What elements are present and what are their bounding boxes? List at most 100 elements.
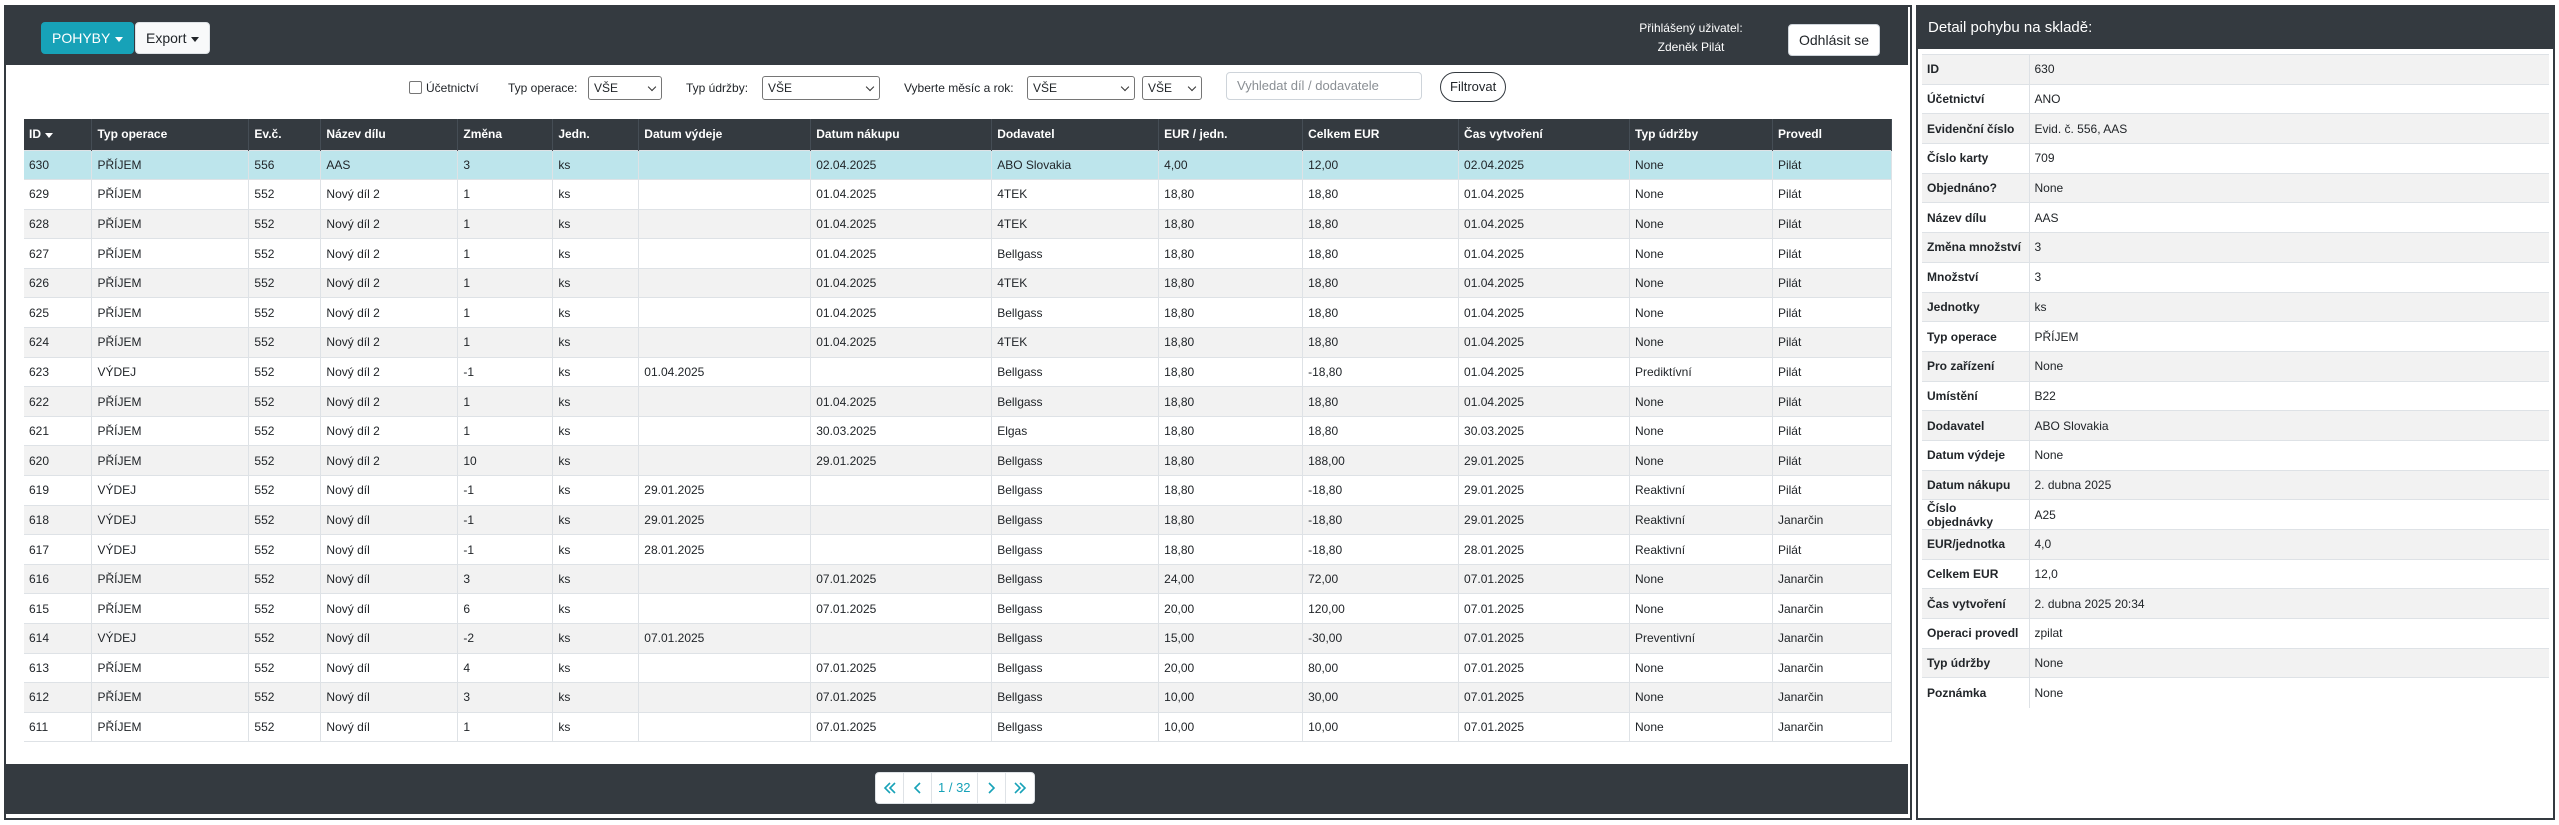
pohyby-dropdown-button[interactable]: POHYBY <box>41 22 135 54</box>
table-cell: ks <box>552 179 640 210</box>
typ-operace-select[interactable]: VŠE <box>588 76 662 100</box>
table-cell: ks <box>552 711 640 743</box>
filter-button[interactable]: Filtrovat <box>1440 72 1507 102</box>
detail-key: Dodavatel <box>1922 410 2030 441</box>
prev-page-button[interactable] <box>904 773 932 803</box>
table-row[interactable]: 626 PŘÍJEM 552 Nový díl 2 1 ks 01.04.2025 4TEK 1… <box>24 267 1893 299</box>
table-cell: 552 <box>248 682 322 713</box>
first-page-button[interactable] <box>876 773 904 803</box>
column-header-provedl[interactable]: Provedl <box>1772 119 1893 150</box>
table-cell: Janarčin <box>1772 563 1893 595</box>
table-row[interactable]: 621 PŘÍJEM 552 Nový díl 2 1 ks 30.03.2025 Elgas… <box>24 415 1893 447</box>
column-header-ev-c[interactable]: Ev.č. <box>248 119 322 150</box>
table-row[interactable]: 623 VÝDEJ 552 Nový díl 2 -1 ks 01.04.2025 Bellg… <box>24 356 1893 388</box>
table-cell: 552 <box>248 415 322 447</box>
table-row[interactable]: 630 PŘÍJEM 556 AAS 3 ks 02.04.2025 ABO Slovakia… <box>24 149 1893 181</box>
column-header-cas-vytvoreni[interactable]: Čas vytvoření <box>1458 119 1630 150</box>
table-cell: 621 <box>24 415 93 447</box>
table-cell: 1 <box>457 238 554 269</box>
table-row[interactable]: 613 PŘÍJEM 552 Nový díl 4 ks 07.01.2025 Bellgas… <box>24 652 1893 684</box>
typ-udrzby-value: VŠE <box>768 81 793 95</box>
table-cell: 615 <box>24 593 93 624</box>
table-cell: 10,00 <box>1158 682 1304 713</box>
table-row[interactable]: 628 PŘÍJEM 552 Nový díl 2 1 ks 01.04.2025 4TEK 1… <box>24 208 1893 240</box>
logout-button[interactable]: Odhlásit se <box>1788 24 1881 56</box>
mesic-rok-label: Vyberte měsíc a rok: <box>904 81 1014 95</box>
next-page-button[interactable] <box>978 773 1006 803</box>
table-row[interactable]: 619 VÝDEJ 552 Nový díl -1 ks 29.01.2025 Bellgas… <box>24 475 1893 506</box>
table-cell: ks <box>552 593 640 624</box>
typ-operace-label: Typ operace: <box>508 81 578 95</box>
table-cell <box>638 445 812 477</box>
table-row[interactable]: 622 PŘÍJEM 552 Nový díl 2 1 ks 01.04.2025 Bellg… <box>24 386 1893 417</box>
column-header-datum-nakupu[interactable]: Datum nákupu <box>810 119 993 150</box>
table-row[interactable]: 617 VÝDEJ 552 Nový díl -1 ks 28.01.2025 Bellgas… <box>24 534 1893 565</box>
table-cell <box>638 327 812 358</box>
last-page-button[interactable] <box>1006 773 1034 803</box>
detail-row: Datum nákupu 2. dubna 2025 <box>1922 469 2549 500</box>
table-row[interactable]: 624 PŘÍJEM 552 Nový díl 2 1 ks 01.04.2025 4TEK 1… <box>24 327 1893 358</box>
table-cell: Pilát <box>1772 149 1893 181</box>
table-row[interactable]: 614 VÝDEJ 552 Nový díl -2 ks 07.01.2025 Bellgas… <box>24 623 1893 654</box>
table-cell: 18,80 <box>1302 179 1460 210</box>
detail-key: Datum nákupu <box>1922 469 2030 500</box>
ucetnictvi-filter[interactable]: Účetnictví <box>409 76 479 100</box>
table-row[interactable]: 627 PŘÍJEM 552 Nový díl 2 1 ks 01.04.2025 Bellg… <box>24 238 1893 269</box>
table-cell: 29.01.2025 <box>1458 504 1630 536</box>
rok-select[interactable]: VŠE <box>1142 76 1202 100</box>
table-cell: 613 <box>24 652 93 684</box>
column-header-eur-jedn[interactable]: EUR / jedn. <box>1158 119 1304 150</box>
table-cell: Nový díl 2 <box>320 238 459 269</box>
column-header-id[interactable]: ID <box>24 119 93 150</box>
mesic-select[interactable]: VŠE <box>1027 76 1135 100</box>
table-cell: Pilát <box>1772 445 1893 477</box>
table-row[interactable]: 612 PŘÍJEM 552 Nový díl 3 ks 07.01.2025 Bellgas… <box>24 682 1893 713</box>
column-header-datum-vydeje[interactable]: Datum výdeje <box>638 119 812 150</box>
column-header-typ-operace[interactable]: Typ operace <box>91 119 250 150</box>
table-cell: Janarčin <box>1772 504 1893 536</box>
typ-udrzby-select[interactable]: VŠE <box>762 76 880 100</box>
table-cell: None <box>1629 445 1773 477</box>
pagination-bar: 1 / 32 <box>6 764 1908 814</box>
table-cell: Pilát <box>1772 415 1893 447</box>
table-cell: Nový díl <box>320 623 459 654</box>
table-row[interactable]: 629 PŘÍJEM 552 Nový díl 2 1 ks 01.04.2025 4TEK 1… <box>24 179 1893 210</box>
table-cell: 18,80 <box>1302 327 1460 358</box>
column-header-typ-udrzby[interactable]: Typ údržby <box>1629 119 1773 150</box>
column-header-zmena[interactable]: Změna <box>457 119 554 150</box>
column-header-celkem-eur[interactable]: Celkem EUR <box>1302 119 1460 150</box>
table-cell: ks <box>552 504 640 536</box>
column-header-dodavatel[interactable]: Dodavatel <box>991 119 1160 150</box>
table-cell: 18,80 <box>1158 356 1304 388</box>
table-row[interactable]: 615 PŘÍJEM 552 Nový díl 6 ks 07.01.2025 Bellgas… <box>24 593 1893 624</box>
table-cell: ks <box>552 267 640 299</box>
sort-desc-icon[interactable] <box>45 132 53 138</box>
table-cell: Nový díl <box>320 711 459 743</box>
rok-value: VŠE <box>1148 81 1173 95</box>
table-cell: Bellgass <box>991 238 1160 269</box>
table-cell: ks <box>552 415 640 447</box>
chevron-right-icon <box>988 782 996 794</box>
table-cell: 552 <box>248 327 322 358</box>
table-cell: 01.04.2025 <box>1458 267 1630 299</box>
ucetnictvi-checkbox[interactable] <box>409 81 422 94</box>
table-row[interactable]: 625 PŘÍJEM 552 Nový díl 2 1 ks 01.04.2025 Bellg… <box>24 297 1893 329</box>
column-header-jedn[interactable]: Jedn. <box>552 119 640 150</box>
column-header-nazev-dilu[interactable]: Název dílu <box>320 119 459 150</box>
table-cell: 01.04.2025 <box>1458 356 1630 388</box>
table-cell: 01.04.2025 <box>1458 327 1630 358</box>
table-row[interactable]: 618 VÝDEJ 552 Nový díl -1 ks 29.01.2025 Bellgas… <box>24 504 1893 536</box>
table-cell: 80,00 <box>1302 652 1460 684</box>
search-input[interactable]: Vyhledat díl / dodavatele <box>1226 72 1422 100</box>
table-row[interactable]: 620 PŘÍJEM 552 Nový díl 2 10 ks 29.01.2025 Bell… <box>24 445 1893 477</box>
table-cell: PŘÍJEM <box>91 593 250 624</box>
table-row[interactable]: 611 PŘÍJEM 552 Nový díl 1 ks 07.01.2025 Bellgas… <box>24 711 1893 743</box>
detail-value: 3 <box>2029 232 2549 263</box>
table-cell <box>810 623 993 654</box>
table-cell: PŘÍJEM <box>91 327 250 358</box>
detail-value: None <box>2029 647 2549 678</box>
detail-value: A25 <box>2029 499 2549 530</box>
export-dropdown-button[interactable]: Export <box>135 22 211 54</box>
table-row[interactable]: 616 PŘÍJEM 552 Nový díl 3 ks 07.01.2025 Bellgas… <box>24 563 1893 595</box>
detail-key: Změna množství <box>1922 232 2030 263</box>
